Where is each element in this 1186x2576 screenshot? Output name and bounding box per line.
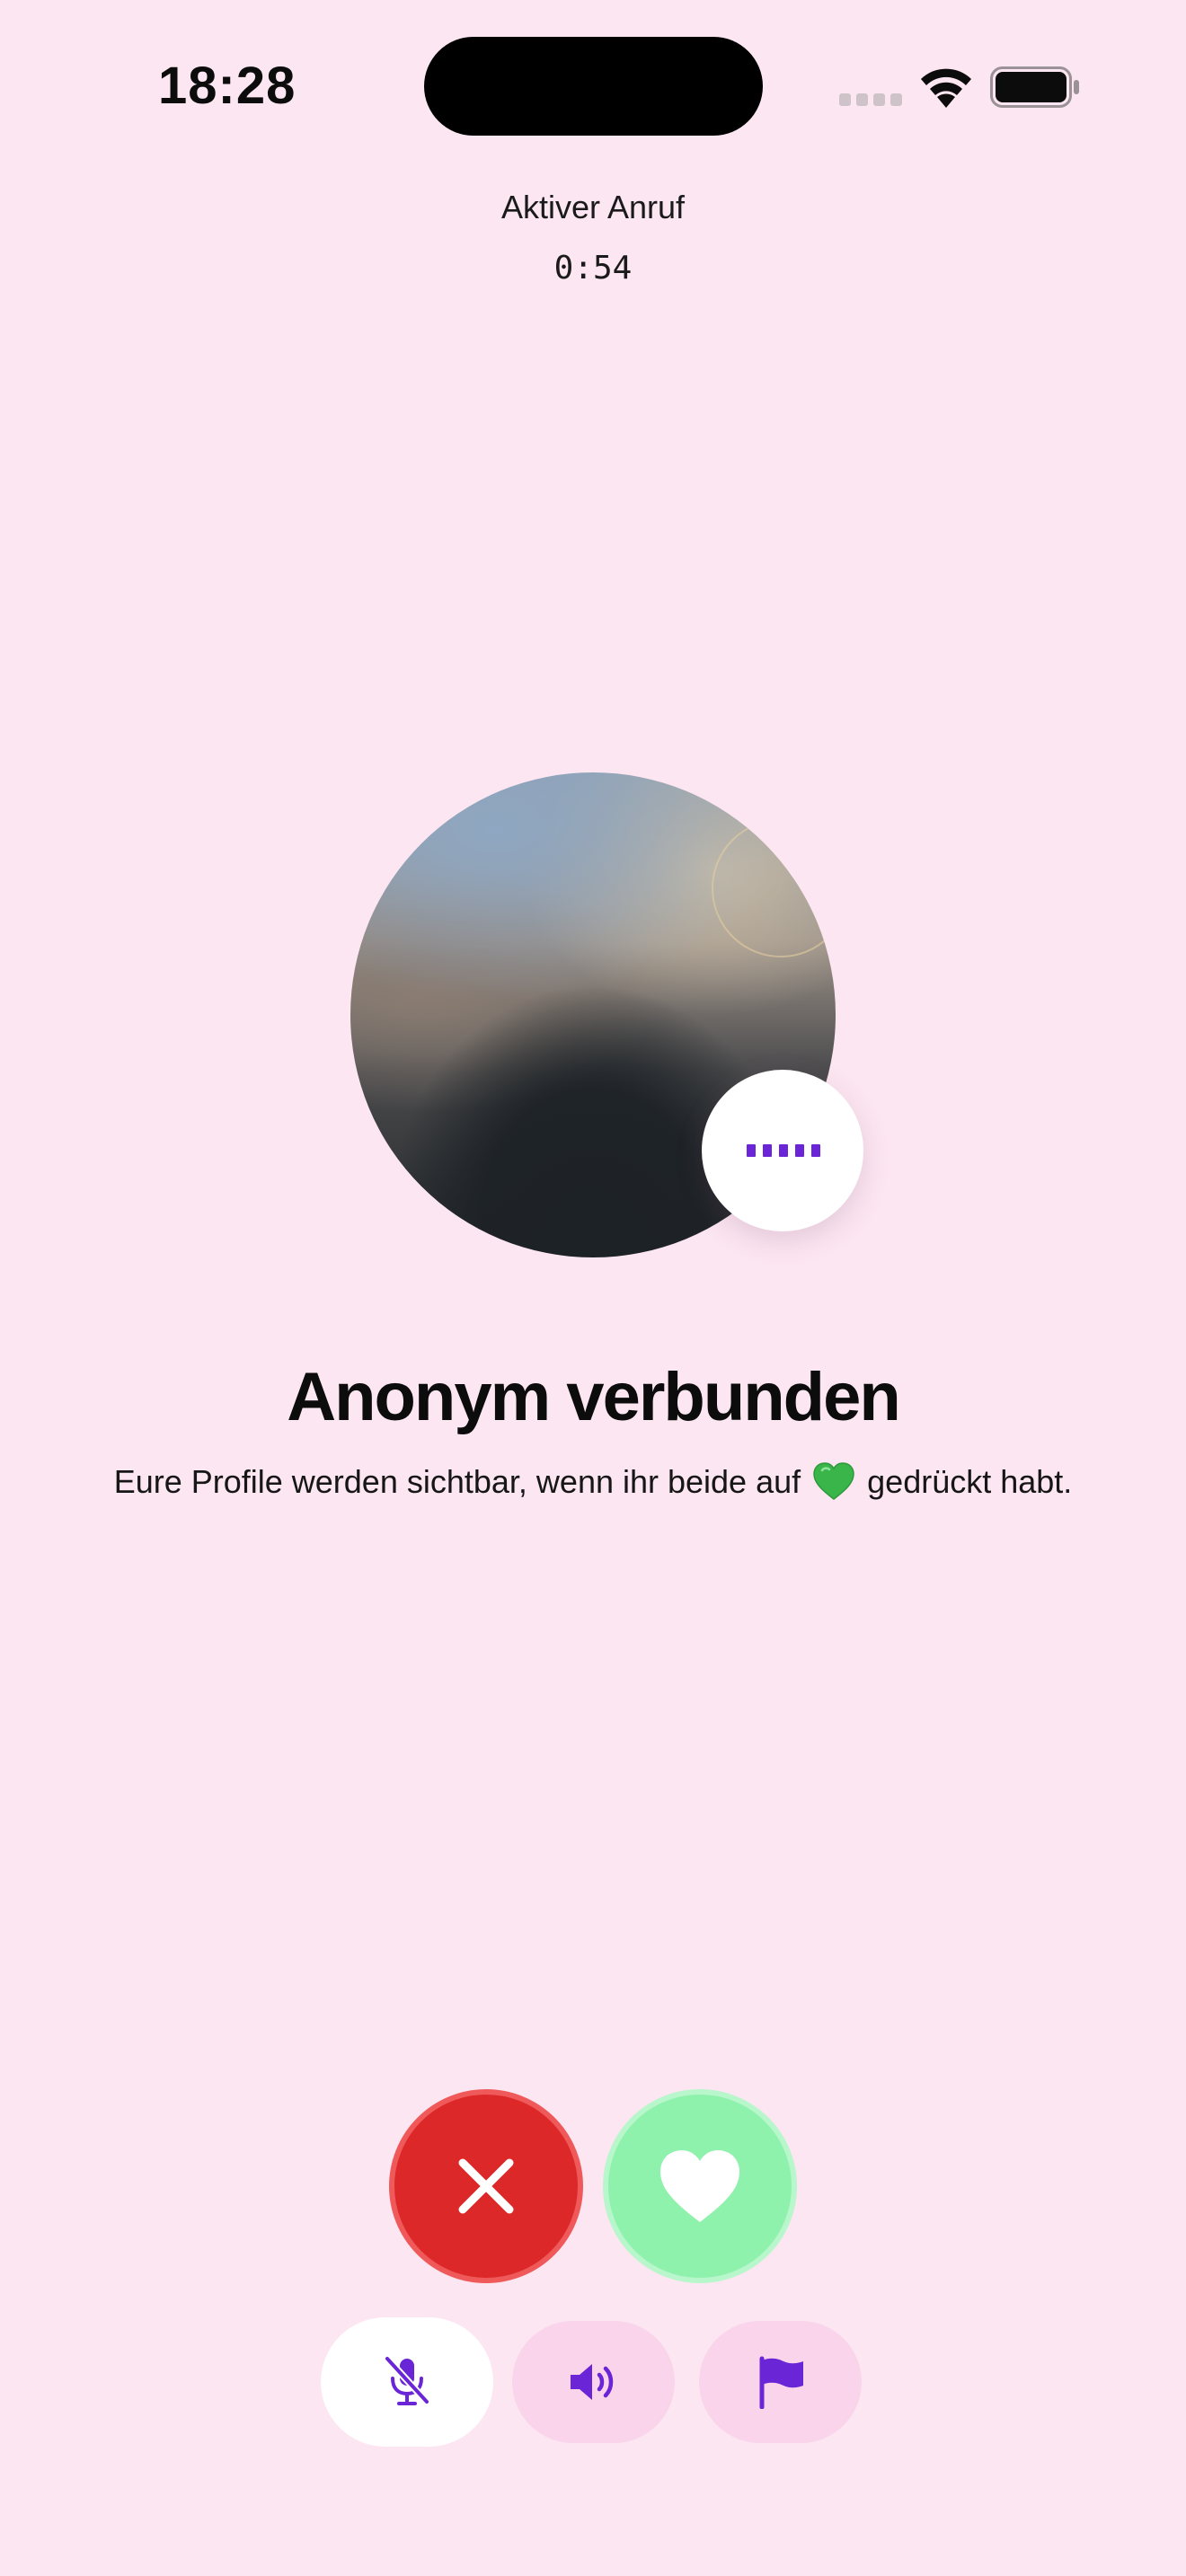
avatar-blur-highlight: [712, 819, 836, 957]
flag-icon: [759, 2356, 803, 2409]
heart-icon: [660, 2150, 739, 2222]
close-icon: [458, 2158, 514, 2214]
battery-icon: [990, 66, 1079, 108]
cellular-signal-icon: [839, 93, 902, 106]
like-button[interactable]: [603, 2089, 797, 2283]
typing-dots-icon: [747, 1144, 820, 1157]
microphone-off-icon: [384, 2355, 430, 2405]
call-timer: 0:54: [553, 250, 633, 287]
speaker-button[interactable]: [512, 2321, 675, 2443]
report-button[interactable]: [699, 2321, 862, 2443]
wifi-icon: [921, 68, 971, 108]
connection-headline: Anonym verbunden: [287, 1359, 901, 1435]
decline-button[interactable]: [389, 2089, 583, 2283]
subline-text-start: Eure Profile werden sichtbar, wenn ihr b…: [113, 1463, 801, 1500]
typing-indicator-bubble: [702, 1070, 863, 1231]
mute-microphone-button[interactable]: [321, 2317, 493, 2447]
subline-text-end: gedrückt habt.: [867, 1463, 1073, 1500]
connection-subline: Eure Profile werden sichtbar, wenn ihr b…: [0, 1462, 1186, 1501]
speaker-icon: [570, 2364, 613, 2400]
status-time: 18:28: [158, 57, 296, 115]
green-heart-icon: [813, 1462, 854, 1500]
dynamic-island: [424, 37, 763, 136]
call-status-title: Aktiver Anruf: [500, 189, 686, 225]
